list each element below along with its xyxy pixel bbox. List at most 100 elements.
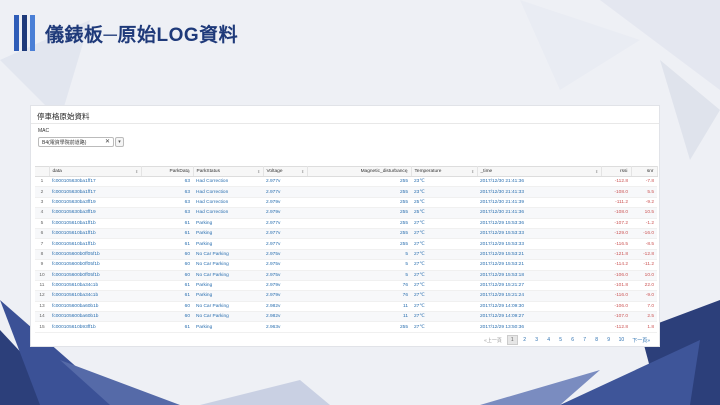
table-cell[interactable]: 2.977v xyxy=(263,176,307,188)
table-cell[interactable]: 63 xyxy=(141,197,193,209)
table-cell[interactable]: -108.0 xyxy=(601,207,631,219)
table-cell[interactable]: 63 xyxy=(141,186,193,198)
table-cell[interactable]: 23℃ xyxy=(411,176,477,188)
table-cell[interactable]: -101.8 xyxy=(601,280,631,292)
col-header[interactable]: Temperature ⬍ xyxy=(411,166,478,177)
table-cell[interactable]: 2.979v xyxy=(263,197,307,209)
page-link[interactable]: 10 xyxy=(616,336,628,344)
table-cell[interactable]: 255 xyxy=(307,186,411,198)
table-cell[interactable]: 10.0 xyxy=(631,270,657,281)
table-cell[interactable]: 255 xyxy=(307,176,411,188)
table-cell[interactable]: fc000105600ba60b1b xyxy=(49,301,141,313)
table-cell[interactable]: 63 xyxy=(141,176,193,188)
table-cell[interactable]: -107.0 xyxy=(601,311,631,323)
table-cell[interactable]: 2.975v xyxy=(263,249,307,261)
table-cell[interactable]: 60 xyxy=(141,301,193,313)
table-cell[interactable]: -106.0 xyxy=(601,301,631,313)
table-cell[interactable]: fc000105610b93ff1b xyxy=(49,321,141,333)
col-header[interactable]: Magnetic_disturbance ⬍ xyxy=(307,166,412,177)
table-cell[interactable]: -9.0 xyxy=(631,290,657,302)
table-cell[interactable]: 63 xyxy=(141,207,193,219)
table-cell[interactable]: -129.0 xyxy=(601,228,631,240)
page-link[interactable]: 8 xyxy=(592,336,602,344)
col-header[interactable]: ParkData ⬍ xyxy=(141,166,194,177)
table-cell[interactable]: 2.975v xyxy=(263,270,307,281)
table-cell[interactable]: 255 xyxy=(307,197,411,209)
table-cell[interactable]: No Car Parking xyxy=(193,311,263,323)
table-cell[interactable]: -11.2 xyxy=(631,259,657,271)
table-cell[interactable]: 61 xyxy=(141,321,193,333)
table-cell[interactable]: -8.5 xyxy=(631,238,657,250)
table-row[interactable]: 4 fc000105630ba3ff19 63 Had Correction 2.979… xyxy=(35,207,657,219)
table-cell[interactable]: 27℃ xyxy=(411,249,477,261)
table-row[interactable]: 8 fc000105600b0ff05f1b 60 No Car Parking 2.9… xyxy=(35,249,657,261)
table-cell[interactable]: 2017/12/29 15:21:27 xyxy=(477,280,601,292)
table-cell[interactable]: 11 xyxy=(307,301,411,313)
table-row[interactable]: 14 fc000105600ba60b1b 60 No Car Parking 2.98… xyxy=(35,311,657,323)
table-cell[interactable]: 2017/12/29 14:09:30 xyxy=(477,301,601,313)
table-cell[interactable]: -112.8 xyxy=(601,321,631,333)
table-cell[interactable]: 60 xyxy=(141,270,193,281)
table-cell[interactable]: fc000105600ba60b1b xyxy=(49,311,141,323)
table-cell[interactable]: Had Correction xyxy=(193,197,263,209)
table-cell[interactable]: 27℃ xyxy=(411,228,477,240)
table-cell[interactable]: 2.977v xyxy=(263,218,307,229)
col-header[interactable]: Voltage ⬍ xyxy=(263,166,308,177)
table-cell[interactable]: -111.2 xyxy=(601,197,631,209)
table-cell[interactable]: -112.8 xyxy=(601,176,631,188)
table-cell[interactable]: 1.8 xyxy=(631,321,657,333)
table-cell[interactable]: fc000105610ba34c1b xyxy=(49,290,141,302)
table-cell[interactable]: 27℃ xyxy=(411,311,477,323)
table-cell[interactable]: Parking xyxy=(193,280,263,292)
table-cell[interactable]: 27℃ xyxy=(411,259,477,271)
table-cell[interactable]: -16.0 xyxy=(631,228,657,240)
table-row[interactable]: 3 fc000105630ba3ff19 63 Had Correction 2.979… xyxy=(35,197,657,209)
table-cell[interactable]: 2017/12/30 21:41:36 xyxy=(477,207,601,219)
table-row[interactable]: 7 fc000105610ba1ff1b 61 Parking 2.977v 255 27℃… xyxy=(35,238,657,250)
table-cell[interactable]: Parking xyxy=(193,321,263,333)
table-cell[interactable]: 5 xyxy=(307,270,411,281)
table-cell[interactable]: -116.5 xyxy=(601,238,631,250)
table-cell[interactable]: 2.5 xyxy=(631,311,657,323)
table-cell[interactable]: fc000105630ba3ff19 xyxy=(49,197,141,209)
table-cell[interactable]: -1.2 xyxy=(631,218,657,229)
table-cell[interactable]: 255 xyxy=(307,228,411,240)
table-cell[interactable]: 2017/12/29 15:53:33 xyxy=(477,238,601,250)
page-link[interactable]: 6 xyxy=(568,336,578,344)
table-cell[interactable]: 60 xyxy=(141,311,193,323)
page-link[interactable]: 7 xyxy=(580,336,590,344)
table-cell[interactable]: 255 xyxy=(307,218,411,229)
table-row[interactable]: 5 fc000105610ba1ff1b 61 Parking 2.977v 255 27℃… xyxy=(35,218,657,229)
table-cell[interactable]: fc000105610ba1ff1b xyxy=(49,228,141,240)
table-cell[interactable]: fc000105600b0ff05f1b xyxy=(49,249,141,261)
table-cell[interactable]: 61 xyxy=(141,228,193,240)
table-cell[interactable]: -106.0 xyxy=(601,270,631,281)
table-cell[interactable]: 255 xyxy=(307,321,411,333)
page-link[interactable]: 5 xyxy=(556,336,566,344)
table-cell[interactable]: -7.8 xyxy=(631,176,657,188)
table-cell[interactable]: 2017/12/29 15:21:24 xyxy=(477,290,601,302)
table-cell[interactable]: 2.979v xyxy=(263,290,307,302)
table-cell[interactable]: 25℃ xyxy=(411,197,477,209)
table-cell[interactable]: 2.977v xyxy=(263,186,307,198)
col-header[interactable]: rssi xyxy=(601,166,632,177)
page-link[interactable]: 1 xyxy=(506,335,518,345)
table-cell[interactable]: Parking xyxy=(193,238,263,250)
page-link[interactable]: 2 xyxy=(520,336,530,344)
table-row[interactable]: 12 fc000105610ba34c1b 61 Parking 2.979v 76 27℃… xyxy=(35,290,657,302)
table-row[interactable]: 11 fc000105610ba34c1b 61 Parking 2.979v 76 27℃… xyxy=(35,280,657,292)
table-cell[interactable]: 2017/12/29 15:53:21 xyxy=(477,259,601,271)
table-cell[interactable]: 2017/12/29 15:53:36 xyxy=(477,218,601,229)
table-cell[interactable]: 2017/12/29 15:53:33 xyxy=(477,228,601,240)
table-cell[interactable]: 2017/12/29 14:09:27 xyxy=(477,311,601,323)
table-cell[interactable]: 61 xyxy=(141,218,193,229)
table-cell[interactable]: 2.982v xyxy=(263,311,307,323)
table-cell[interactable]: Had Correction xyxy=(193,186,263,198)
col-header[interactable]: ParkStatus ⬍ xyxy=(193,166,264,177)
table-cell[interactable]: 76 xyxy=(307,290,411,302)
table-cell[interactable]: fc000105600b0ff05f1b xyxy=(49,259,141,271)
table-cell[interactable]: 2.977v xyxy=(263,228,307,240)
table-row[interactable]: 13 fc000105600ba60b1b 60 No Car Parking 2.98… xyxy=(35,301,657,313)
table-cell[interactable]: No Car Parking xyxy=(193,259,263,271)
page-link[interactable]: 4 xyxy=(544,336,554,344)
